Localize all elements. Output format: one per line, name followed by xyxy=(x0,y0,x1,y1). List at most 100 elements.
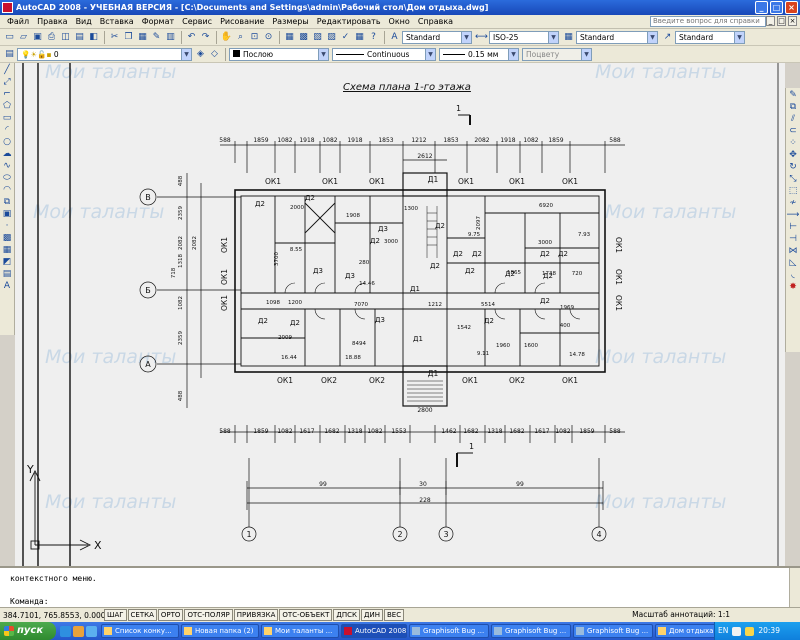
save-icon[interactable]: ▣ xyxy=(31,31,44,44)
drawing-area[interactable]: Мои таланты Мои таланты Мои таланты Мои … xyxy=(15,63,785,566)
osnap-toggle[interactable]: ПРИВЯЗКА xyxy=(233,609,279,621)
command-prompt[interactable]: Команда: xyxy=(10,597,49,606)
polygon-icon[interactable]: ⬠ xyxy=(1,100,13,111)
matchprop-icon[interactable]: ✎ xyxy=(150,31,163,44)
open-icon[interactable]: ▱ xyxy=(17,31,30,44)
table-icon[interactable]: ▤ xyxy=(1,268,13,279)
insert-block-icon[interactable]: ⧉ xyxy=(1,196,13,207)
otrack-toggle[interactable]: ОТС-ОБЪЕКТ xyxy=(279,609,333,621)
close-button[interactable]: × xyxy=(785,1,798,14)
mtext-icon[interactable]: A xyxy=(1,280,13,291)
task-button[interactable]: Мои таланты ... xyxy=(261,624,339,638)
language-indicator[interactable]: EN xyxy=(718,622,728,640)
explorer-icon[interactable] xyxy=(73,625,84,637)
undo-icon[interactable]: ↶ xyxy=(185,31,198,44)
layer-manager-icon[interactable]: ▤ xyxy=(3,48,16,61)
scale-icon[interactable]: ⤡ xyxy=(787,173,799,184)
task-button[interactable]: Graphisoft Bug ... xyxy=(573,624,653,638)
command-line[interactable]: контекстного меню. Команда: xyxy=(0,566,800,607)
spline-icon[interactable]: ∿ xyxy=(1,160,13,171)
doc-minimize-button[interactable]: _ xyxy=(766,16,775,26)
region-icon[interactable]: ◩ xyxy=(1,256,13,267)
task-button[interactable]: Новая папка (2) xyxy=(181,624,259,638)
calculator-icon[interactable]: ▦ xyxy=(353,31,366,44)
chamfer-icon[interactable]: ◺ xyxy=(787,257,799,268)
menu-view[interactable]: Вид xyxy=(72,17,96,26)
polyline-icon[interactable]: ⌐ xyxy=(1,88,13,99)
menu-window[interactable]: Окно xyxy=(385,17,414,26)
rotate-icon[interactable]: ↻ xyxy=(787,161,799,172)
ellipse-arc-icon[interactable]: ◠ xyxy=(1,184,13,195)
annotation-scale[interactable]: Масштаб аннотаций: 1:1 xyxy=(632,609,730,621)
blockeditor-icon[interactable]: ▥ xyxy=(164,31,177,44)
autocad-app-icon[interactable] xyxy=(2,2,13,13)
zoom-window-icon[interactable]: ⊡ xyxy=(248,31,261,44)
table-style-select[interactable]: Standard ▼ xyxy=(576,30,658,44)
make-block-icon[interactable]: ▣ xyxy=(1,208,13,219)
snap-toggle[interactable]: ШАГ xyxy=(104,609,127,621)
stretch-icon[interactable]: ⬚ xyxy=(787,185,799,196)
break-point-icon[interactable]: ⊢ xyxy=(787,221,799,232)
maximize-button[interactable]: □ xyxy=(770,1,783,14)
designcenter-icon[interactable]: ▩ xyxy=(297,31,310,44)
menu-edit[interactable]: Правка xyxy=(33,17,71,26)
erase-icon[interactable]: ✎ xyxy=(787,89,799,100)
volume-icon[interactable] xyxy=(745,626,755,636)
start-button[interactable]: пуск xyxy=(0,622,56,640)
zoom-previous-icon[interactable]: ⊙ xyxy=(262,31,275,44)
ellipse-icon[interactable]: ⬭ xyxy=(1,172,13,183)
xline-icon[interactable]: ⤢ xyxy=(1,76,13,87)
rectangle-icon[interactable]: ▭ xyxy=(1,112,13,123)
sheetset-icon[interactable]: ▨ xyxy=(325,31,338,44)
paste-icon[interactable]: ▦ xyxy=(136,31,149,44)
make-current-icon[interactable]: ◈ xyxy=(194,48,207,61)
mleader-style-select[interactable]: Standard ▼ xyxy=(675,30,745,44)
color-select[interactable]: Послою ▼ xyxy=(229,47,329,61)
menu-dimension[interactable]: Размеры xyxy=(268,17,312,26)
break-icon[interactable]: ⊣ xyxy=(787,233,799,244)
task-button-active[interactable]: AutoCAD 2008... xyxy=(341,624,407,638)
minimize-button[interactable]: _ xyxy=(755,1,768,14)
menu-file[interactable]: Файл xyxy=(3,17,33,26)
publish-icon[interactable]: ▤ xyxy=(73,31,86,44)
mirror-icon[interactable]: ⫽ xyxy=(787,113,799,124)
menu-draw[interactable]: Рисование xyxy=(216,17,268,26)
redo-icon[interactable]: ↷ xyxy=(199,31,212,44)
arc-icon[interactable]: ◜ xyxy=(1,124,13,135)
preview-icon[interactable]: ◫ xyxy=(59,31,72,44)
extend-icon[interactable]: ⟶ xyxy=(787,209,800,220)
move-icon[interactable]: ✥ xyxy=(787,149,799,160)
text-style-select[interactable]: Standard ▼ xyxy=(402,30,472,44)
menu-tools[interactable]: Сервис xyxy=(178,17,216,26)
copy-object-icon[interactable]: ⧉ xyxy=(787,101,799,112)
fillet-icon[interactable]: ◟ xyxy=(787,269,799,280)
polar-toggle[interactable]: ОТС-ПОЛЯР xyxy=(184,609,233,621)
3dprint-icon[interactable]: ◧ xyxy=(87,31,100,44)
offset-icon[interactable]: ⊂ xyxy=(787,125,799,136)
copy-icon[interactable]: ❐ xyxy=(122,31,135,44)
revcloud-icon[interactable]: ☁ xyxy=(1,148,13,159)
task-button[interactable]: Список конку... xyxy=(101,624,179,638)
hatch-icon[interactable]: ▩ xyxy=(1,232,13,243)
explode-icon[interactable]: ✸ xyxy=(787,281,799,292)
desktop-icon[interactable] xyxy=(86,625,97,637)
help-search-input[interactable]: Введите вопрос для справки xyxy=(650,16,766,27)
dyn-toggle[interactable]: ДИН xyxy=(361,609,383,621)
lineweight-toggle[interactable]: ВЕС xyxy=(383,609,405,621)
grid-toggle[interactable]: СЕТКА xyxy=(127,609,157,621)
ie-icon[interactable] xyxy=(60,625,71,637)
doc-restore-button[interactable]: □ xyxy=(777,16,786,26)
linetype-select[interactable]: Continuous ▼ xyxy=(332,47,436,61)
menu-insert[interactable]: Вставка xyxy=(96,17,138,26)
task-button[interactable]: Graphisoft Bug ... xyxy=(491,624,571,638)
doc-close-button[interactable]: × xyxy=(788,16,797,26)
zoom-realtime-icon[interactable]: ⌕ xyxy=(234,31,247,44)
point-icon[interactable]: · xyxy=(1,220,13,231)
cut-icon[interactable]: ✂ xyxy=(108,31,121,44)
help-icon[interactable]: ? xyxy=(367,31,380,44)
toolpalettes-icon[interactable]: ▧ xyxy=(311,31,324,44)
join-icon[interactable]: ⋈ xyxy=(787,245,799,256)
plot-icon[interactable]: ⎙ xyxy=(45,31,58,44)
ortho-toggle[interactable]: ОРТО xyxy=(157,609,184,621)
qnew-icon[interactable]: ▭ xyxy=(3,31,16,44)
